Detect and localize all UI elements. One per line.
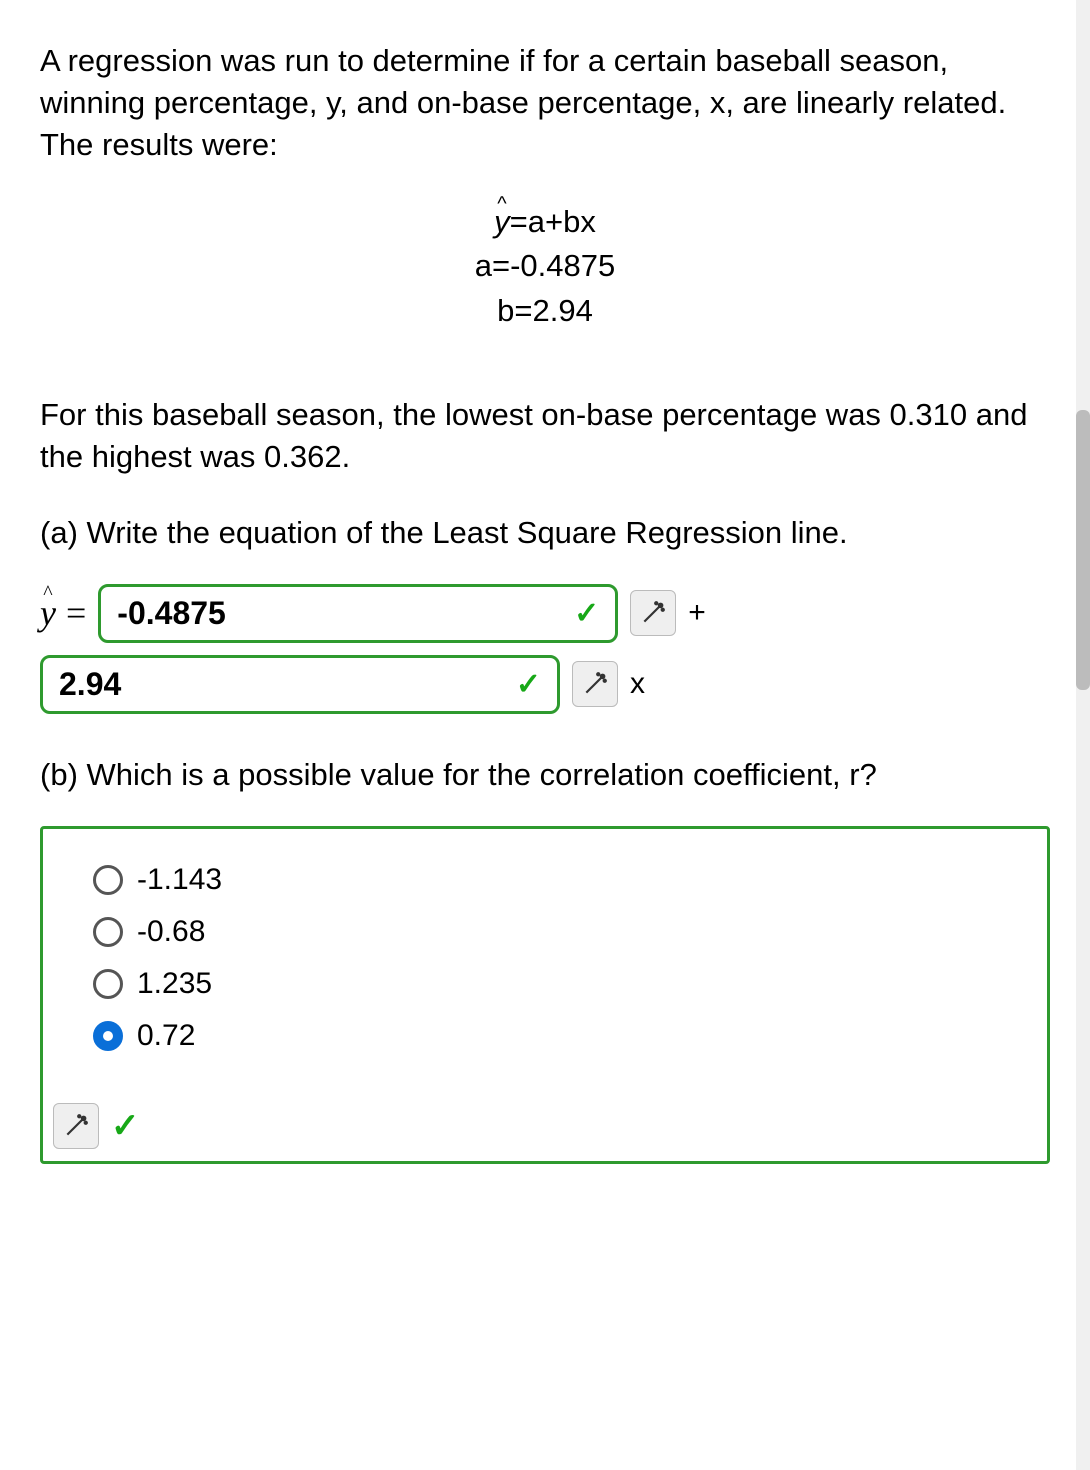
- check-icon: ✓: [574, 596, 599, 631]
- radio-icon: [93, 917, 123, 947]
- eq-line3: b=2.94: [40, 289, 1050, 334]
- question-context: For this baseball season, the lowest on-…: [40, 394, 1050, 478]
- slope-value: 2.94: [59, 666, 121, 703]
- hat-accent-icon: ^: [43, 582, 52, 605]
- part-b-prompt: (b) Which is a possible value for the co…: [40, 754, 1050, 796]
- mc-option-1[interactable]: -0.68: [93, 915, 1017, 949]
- mc-option-label: -1.143: [137, 863, 222, 897]
- check-icon: ✓: [111, 1106, 140, 1146]
- mc-option-2[interactable]: 1.235: [93, 967, 1017, 1001]
- mc-option-3[interactable]: 0.72: [93, 1019, 1017, 1053]
- radio-icon: [93, 865, 123, 895]
- mc-option-label: -0.68: [137, 915, 205, 949]
- wand-icon: [63, 1113, 89, 1139]
- mc-option-label: 0.72: [137, 1019, 195, 1053]
- answer-row-1: ^ y = -0.4875 ✓ +: [40, 584, 1050, 643]
- scrollbar-thumb[interactable]: [1076, 410, 1090, 690]
- x-text: x: [630, 667, 645, 701]
- question-intro: A regression was run to determine if for…: [40, 40, 1050, 166]
- formula-editor-button[interactable]: [630, 590, 676, 636]
- radio-icon: [93, 1021, 123, 1051]
- wand-icon: [640, 600, 666, 626]
- scrollbar-track[interactable]: [1076, 0, 1090, 1470]
- slope-input[interactable]: 2.94 ✓: [40, 655, 560, 714]
- formula-editor-button[interactable]: [572, 661, 618, 707]
- eq-yhat: y: [494, 204, 510, 239]
- wand-icon: [582, 671, 608, 697]
- mc-feedback: ✓: [53, 1103, 140, 1149]
- eq-line1-rest: =a+bx: [510, 204, 596, 239]
- plus-text: +: [688, 596, 706, 630]
- equals-sign: =: [66, 592, 86, 634]
- mc-option-0[interactable]: -1.143: [93, 863, 1017, 897]
- multiple-choice-group: -1.143 -0.68 1.235 0.72 ✓: [40, 826, 1050, 1164]
- intercept-value: -0.4875: [117, 595, 226, 632]
- radio-icon: [93, 969, 123, 999]
- formula-editor-button[interactable]: [53, 1103, 99, 1149]
- intercept-input[interactable]: -0.4875 ✓: [98, 584, 618, 643]
- check-icon: ✓: [516, 667, 541, 702]
- regression-equations: ^y=a+bx a=-0.4875 b=2.94: [40, 200, 1050, 335]
- eq-line2: a=-0.4875: [40, 244, 1050, 289]
- answer-row-2: 2.94 ✓ x: [40, 655, 1050, 714]
- mc-option-label: 1.235: [137, 967, 212, 1001]
- part-a-prompt: (a) Write the equation of the Least Squa…: [40, 512, 1050, 554]
